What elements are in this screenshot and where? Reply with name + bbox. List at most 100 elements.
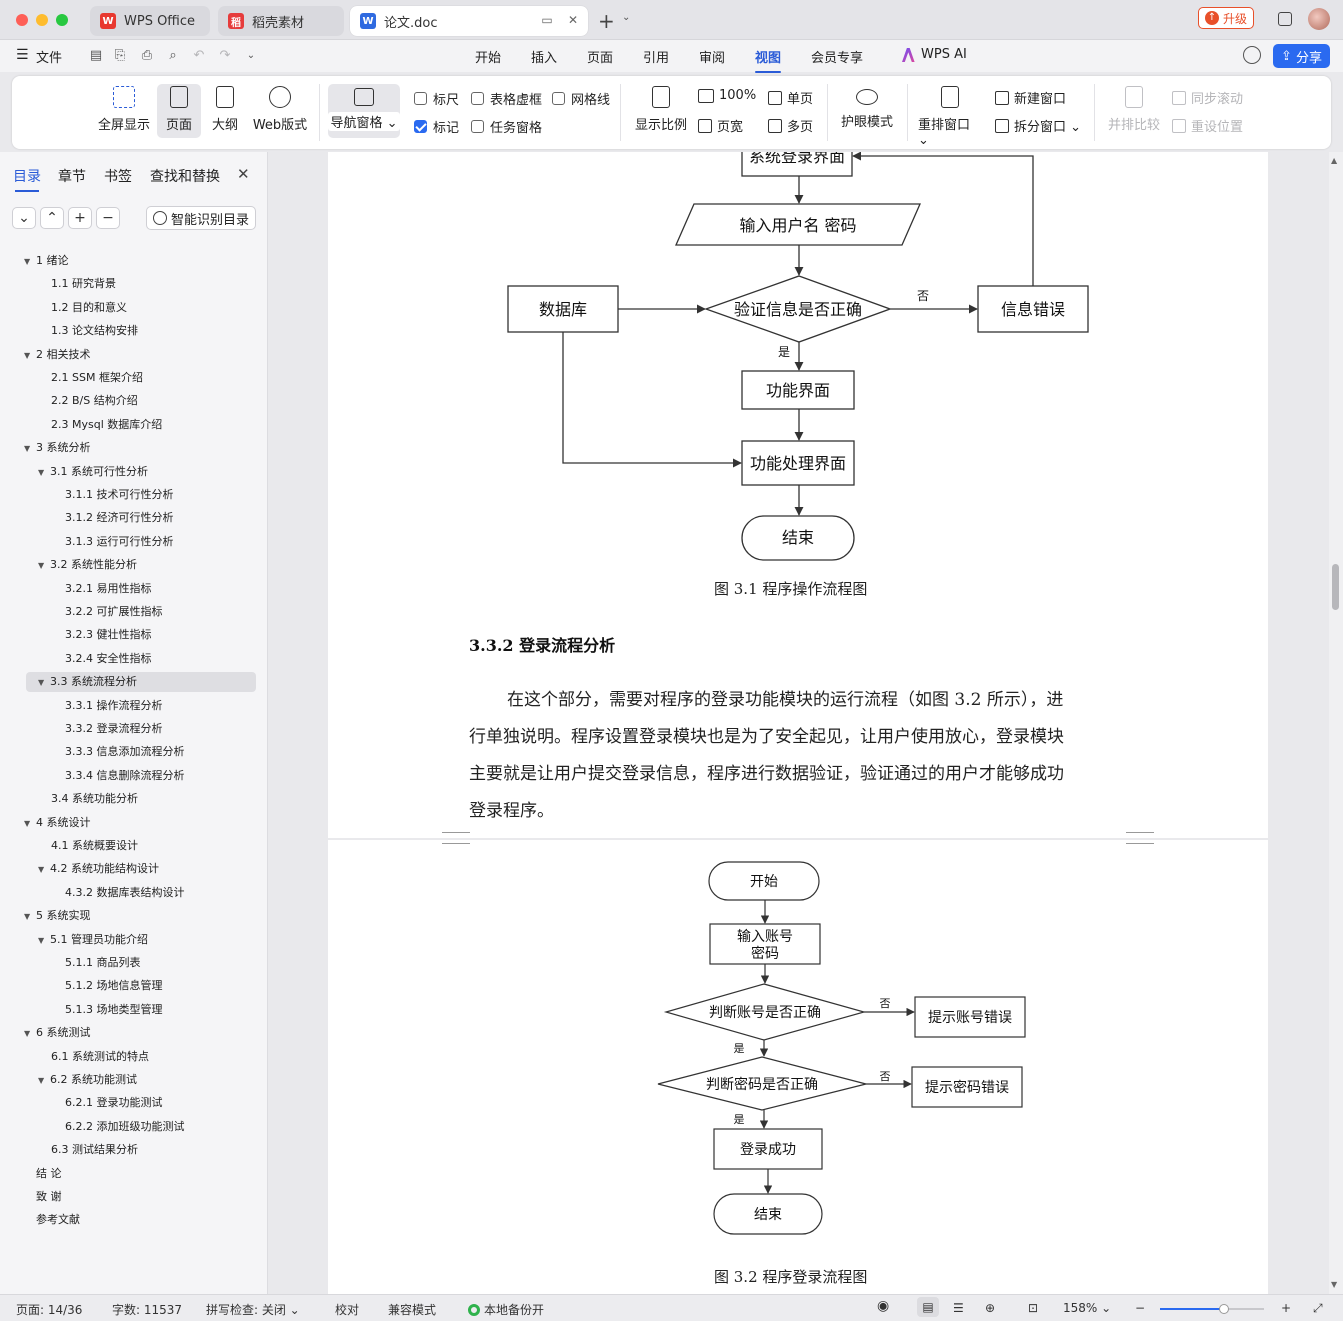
eye-icon[interactable]: ◉: [877, 1298, 889, 1314]
toc-item[interactable]: 3.1.1 技术可行性分析: [65, 485, 174, 505]
toc-item[interactable]: 3.3.1 操作流程分析: [65, 696, 163, 716]
zoom-in-button[interactable]: +: [1281, 1301, 1291, 1315]
toc-item[interactable]: 3.3.4 信息删除流程分析: [65, 766, 185, 786]
proofread-button[interactable]: 校对: [335, 1301, 359, 1318]
expand-triangle-icon[interactable]: ▼: [24, 1024, 36, 1044]
toc-item[interactable]: ▼ 1 绪论: [24, 251, 69, 271]
page-view-icon[interactable]: ▤: [917, 1297, 939, 1317]
multi-page-button[interactable]: 多页: [768, 116, 813, 135]
toc-item[interactable]: 3.2.4 安全性指标: [65, 649, 152, 669]
collapse-up-button[interactable]: ⌃: [40, 207, 64, 229]
window-mode-icon[interactable]: [1278, 12, 1292, 26]
toc-item[interactable]: 2.2 B/S 结构介绍: [51, 391, 138, 411]
single-page-button[interactable]: 单页: [768, 88, 813, 107]
toc-item[interactable]: 参考文献: [36, 1210, 80, 1230]
toc-item[interactable]: 3.3.3 信息添加流程分析: [65, 742, 185, 762]
toc-item[interactable]: ▼ 3.1 系统可行性分析: [38, 462, 148, 482]
expand-triangle-icon[interactable]: ▼: [24, 814, 36, 834]
toc-item[interactable]: 6.3 测试结果分析: [51, 1140, 138, 1160]
toc-item[interactable]: ▼ 3.2 系统性能分析: [38, 555, 137, 575]
menu-tab-view[interactable]: 视图: [755, 47, 782, 73]
task-pane-checkbox[interactable]: 任务窗格: [471, 117, 542, 136]
toc-item[interactable]: 4.1 系统概要设计: [51, 836, 138, 856]
monitor-icon[interactable]: ▭: [541, 13, 552, 27]
toc-item[interactable]: 结 论: [36, 1164, 62, 1184]
split-window-button[interactable]: 拆分窗口 ⌄: [995, 116, 1081, 135]
toc-item[interactable]: 6.1 系统测试的特点: [51, 1047, 149, 1067]
menu-tab-page[interactable]: 页面: [587, 47, 613, 66]
menu-wps-ai[interactable]: WPS AI: [921, 47, 967, 62]
zoom-level[interactable]: 158% ⌄: [1063, 1301, 1111, 1315]
toc-item[interactable]: 5.1.1 商品列表: [65, 953, 141, 973]
toc-item[interactable]: 1.1 研究背景: [51, 274, 116, 294]
zoom-slider-knob[interactable]: [1219, 1304, 1230, 1314]
toc-item[interactable]: 3.1.3 运行可行性分析: [65, 532, 174, 552]
expand-triangle-icon[interactable]: ▼: [38, 860, 50, 880]
save-icon[interactable]: ▤: [88, 48, 104, 64]
sidebar-tab-find-replace[interactable]: 查找和替换: [150, 166, 220, 186]
expand-icon[interactable]: ⤢: [1313, 1301, 1323, 1316]
expand-triangle-icon[interactable]: ▼: [38, 556, 50, 576]
toc-item[interactable]: 1.3 论文结构安排: [51, 321, 138, 341]
menu-tab-insert[interactable]: 插入: [531, 47, 557, 66]
expand-triangle-icon[interactable]: ▼: [38, 463, 50, 483]
menu-tab-reference[interactable]: 引用: [643, 47, 669, 66]
toc-item[interactable]: ▼ 4 系统设计: [24, 813, 91, 833]
toc-item[interactable]: 2.3 Mysql 数据库介绍: [51, 415, 162, 435]
expand-triangle-icon[interactable]: ▼: [38, 931, 50, 951]
document-canvas[interactable]: 系统登录界面 输入用户名 密码 数据库 验证信息是否正确 信息错误 功能界面 功…: [269, 152, 1329, 1294]
toc-item[interactable]: ▼ 6 系统测试: [24, 1023, 91, 1043]
web-view-button[interactable]: Web版式: [250, 86, 310, 133]
zoom-out-button[interactable]: −: [1135, 1301, 1145, 1315]
reset-position-button[interactable]: 重设位置: [1172, 116, 1243, 135]
undo-icon[interactable]: ↶: [191, 48, 207, 64]
fullscreen-button[interactable]: 全屏显示: [96, 86, 152, 133]
zoom-ratio-button[interactable]: 显示比例: [632, 86, 690, 133]
close-window-button[interactable]: [16, 14, 28, 26]
redo-icon[interactable]: ↷: [217, 48, 233, 64]
expand-triangle-icon[interactable]: ▼: [24, 252, 36, 272]
fit-page-icon[interactable]: ⊡: [1028, 1301, 1038, 1315]
rearrange-window-button[interactable]: 重排窗口 ⌄: [918, 86, 982, 148]
table-dashes-checkbox[interactable]: 表格虚框: [471, 89, 542, 108]
toc-item[interactable]: ▼ 5.1 管理员功能介绍: [38, 930, 148, 950]
menu-tab-member[interactable]: 会员专享: [811, 47, 863, 66]
sidebar-tab-chapters[interactable]: 章节: [58, 166, 86, 186]
toc-item[interactable]: 5.1.3 场地类型管理: [65, 1000, 163, 1020]
file-menu[interactable]: 文件: [36, 47, 62, 66]
toc-item[interactable]: 致 谢: [36, 1187, 62, 1207]
export-icon[interactable]: ⎘: [112, 48, 128, 64]
chevron-down-icon[interactable]: ⌄: [622, 12, 630, 23]
expand-triangle-icon[interactable]: ▼: [24, 907, 36, 927]
scroll-down-icon[interactable]: ▼: [1331, 1280, 1337, 1289]
nav-pane-button[interactable]: 导航窗格 ⌄: [328, 84, 400, 138]
hamburger-icon[interactable]: ☰: [16, 47, 29, 63]
toc-item[interactable]: ▼ 3 系统分析: [24, 438, 91, 458]
toc-item[interactable]: ▼ 6.2 系统功能测试: [38, 1070, 137, 1090]
maximize-window-button[interactable]: [56, 14, 68, 26]
toc-item[interactable]: ▼ 5 系统实现: [24, 906, 91, 926]
toc-item[interactable]: 5.1.2 场地信息管理: [65, 976, 163, 996]
menu-tab-review[interactable]: 审阅: [699, 47, 725, 66]
toc-item[interactable]: 3.4 系统功能分析: [51, 789, 138, 809]
print-icon[interactable]: ⎙: [139, 48, 155, 64]
vertical-scrollbar[interactable]: ▲ ▼: [1329, 152, 1343, 1294]
scrollbar-thumb[interactable]: [1332, 564, 1339, 610]
gridlines-checkbox[interactable]: 网格线: [552, 89, 610, 108]
toc-item[interactable]: 3.2.1 易用性指标: [65, 579, 152, 599]
toc-item[interactable]: ▼ 4.2 系统功能结构设计: [38, 859, 159, 879]
spell-check-toggle[interactable]: 拼写检查: 关闭 ⌄: [206, 1301, 300, 1318]
share-button[interactable]: ⇪ 分享: [1273, 44, 1330, 68]
add-heading-button[interactable]: +: [68, 207, 92, 229]
new-tab-icon[interactable]: +: [598, 9, 615, 33]
toc-item[interactable]: ▼ 2 相关技术: [24, 345, 91, 365]
tab-document[interactable]: W 论文.doc ▭ ✕: [350, 6, 588, 36]
ruler-checkbox[interactable]: 标尺: [414, 89, 459, 108]
outline-view-icon[interactable]: ☰: [953, 1301, 964, 1315]
menu-tab-home[interactable]: 开始: [475, 47, 501, 66]
toc-item[interactable]: 3.1.2 经济可行性分析: [65, 508, 174, 528]
page-width-button[interactable]: 页宽: [698, 116, 743, 135]
toc-item[interactable]: 3.2.3 健壮性指标: [65, 625, 152, 645]
smart-toc-button[interactable]: 智能识别目录: [146, 206, 256, 230]
expand-triangle-icon[interactable]: ▼: [24, 439, 36, 459]
